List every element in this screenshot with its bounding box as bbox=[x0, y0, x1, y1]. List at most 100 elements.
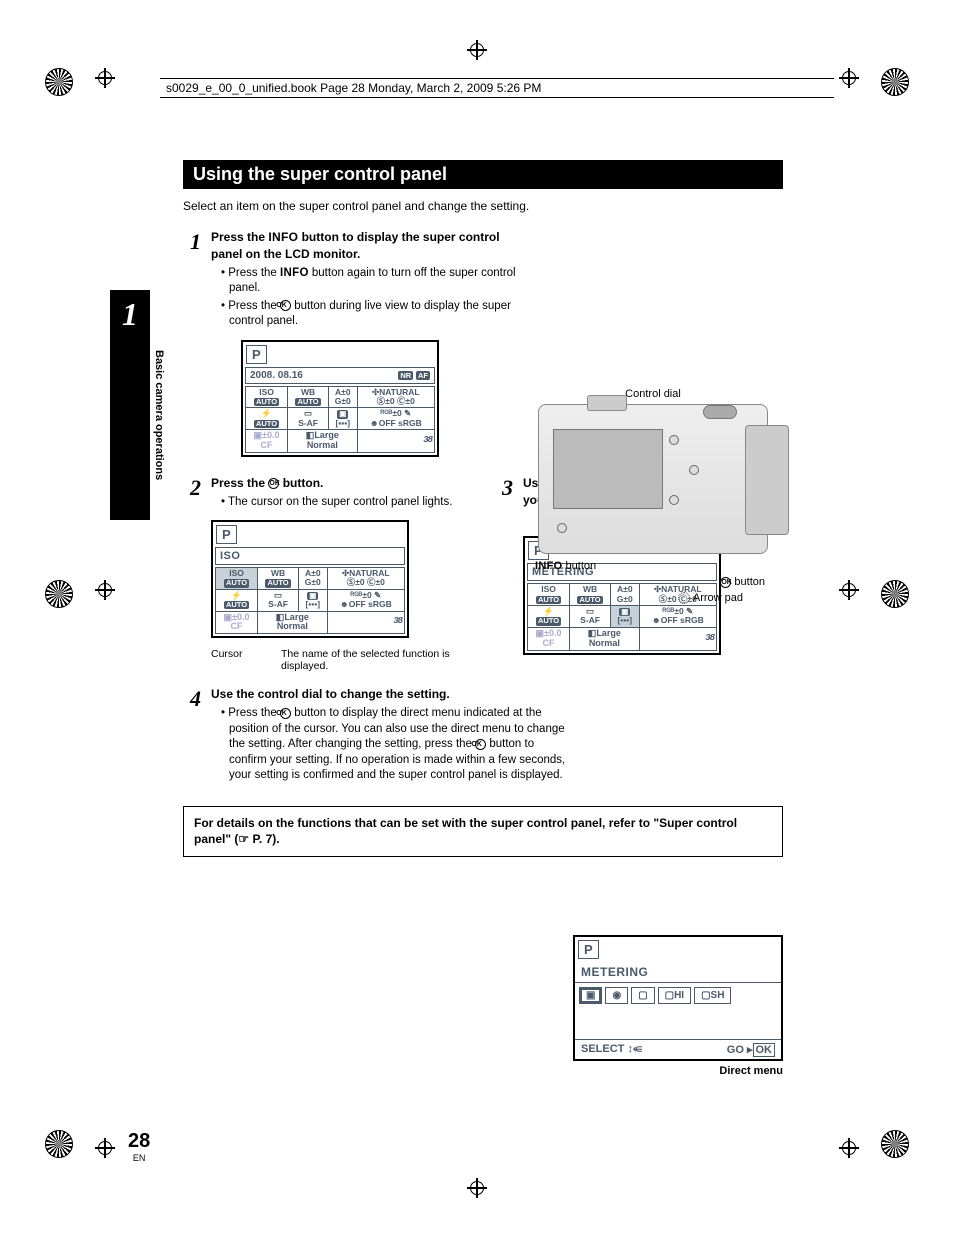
text: Press the bbox=[228, 300, 280, 312]
cell: Normal bbox=[307, 440, 338, 450]
cell: CF bbox=[231, 621, 243, 631]
cell: [▪▪▪] bbox=[617, 615, 632, 625]
frame-counter: 38 bbox=[327, 611, 404, 634]
cell: sRGB bbox=[398, 418, 422, 428]
select-hint: SELECT ↕⥺ bbox=[581, 1043, 642, 1056]
direct-menu-caption: Direct menu bbox=[548, 1065, 783, 1077]
af-badge: AF bbox=[416, 371, 430, 380]
page-lang: EN bbox=[128, 1153, 150, 1163]
lcd-panel-2: P ISO ISOAUTO WBAUTO A±0G±0 ✣NATURALⓈ±0 … bbox=[211, 520, 409, 638]
metering-option: ▣ bbox=[579, 987, 602, 1004]
control-dial-label: Control dial bbox=[523, 388, 783, 400]
cell: AUTO bbox=[265, 579, 290, 587]
metering-option: ▢HI bbox=[658, 987, 691, 1004]
crop-mark-icon bbox=[467, 1178, 487, 1198]
crop-mark-icon bbox=[95, 580, 115, 600]
cell: [▪▪▪] bbox=[335, 418, 350, 428]
page-footer: 28 EN bbox=[128, 1130, 150, 1163]
cell: Normal bbox=[589, 638, 620, 648]
cell: ±0.0 bbox=[262, 430, 279, 440]
registration-mark-icon bbox=[881, 1130, 909, 1158]
intro-text: Select an item on the super control pane… bbox=[183, 199, 783, 213]
cell: sRGB bbox=[368, 599, 392, 609]
cell: AUTO bbox=[295, 398, 320, 406]
arrowpad-label: Arrow pad bbox=[523, 592, 783, 604]
step-number: 4 bbox=[183, 686, 201, 785]
lcd-date: 2008. 08.16 bbox=[250, 370, 303, 381]
step-2-head: Press the OK button. bbox=[211, 475, 471, 492]
text: Press the bbox=[228, 707, 280, 719]
cell: S-AF bbox=[298, 418, 318, 428]
go-hint: GO ▸OK bbox=[727, 1043, 775, 1056]
ok-icon: OK bbox=[475, 739, 486, 750]
cell: AUTO bbox=[536, 617, 561, 625]
step-1-head: Press the INFO button to display the sup… bbox=[211, 229, 531, 263]
step-number: 2 bbox=[183, 475, 201, 672]
cell: ISO bbox=[229, 568, 244, 578]
text: Press the bbox=[211, 230, 268, 244]
step-1-bullet: Press the OK button during live view to … bbox=[221, 299, 531, 330]
cell: OFF bbox=[661, 615, 678, 625]
metering-option: ▢ bbox=[631, 987, 654, 1004]
camera-diagram: Control dial INFO button OK button Arrow… bbox=[523, 388, 783, 604]
registration-mark-icon bbox=[881, 68, 909, 96]
running-head: s0029_e_00_0_unified.book Page 28 Monday… bbox=[160, 78, 834, 98]
direct-menu-panel: P METERING ▣ ◉ ▢ ▢HI ▢SH SELECT ↕⥺ GO ▸O… bbox=[573, 935, 783, 1061]
registration-mark-icon bbox=[881, 580, 909, 608]
cell: CF bbox=[261, 440, 273, 450]
ok-icon: OK bbox=[268, 478, 279, 489]
cell: ±0.0 bbox=[232, 612, 249, 622]
mode-badge: P bbox=[216, 525, 237, 544]
cell: Normal bbox=[277, 621, 308, 631]
cell: AUTO bbox=[254, 398, 279, 406]
registration-mark-icon bbox=[45, 68, 73, 96]
cell: WB bbox=[271, 568, 285, 578]
cell: AUTO bbox=[224, 579, 249, 587]
metering-option: ▢SH bbox=[694, 987, 731, 1004]
step-number: 1 bbox=[183, 229, 201, 467]
step-2-bullet: The cursor on the super control panel li… bbox=[221, 495, 471, 511]
reference-note: For details on the functions that can be… bbox=[183, 806, 783, 858]
cell: OFF bbox=[379, 418, 396, 428]
text: button. bbox=[279, 476, 323, 490]
camera-illustration bbox=[538, 404, 768, 554]
cell: ISO bbox=[259, 387, 274, 397]
function-name-caption: The name of the selected function is dis… bbox=[281, 648, 471, 672]
direct-menu-title: METERING bbox=[575, 962, 781, 983]
cell: AUTO bbox=[224, 601, 249, 609]
cell: Large bbox=[284, 612, 309, 622]
cursor-caption: Cursor bbox=[211, 648, 271, 672]
lcd-grid: ISOAUTO WBAUTO A±0G±0 ✣NATURALⓈ±0 Ⓒ±0 ⚡A… bbox=[215, 567, 405, 634]
cell: Large bbox=[314, 430, 339, 440]
step-4-bullet: Press the OK button to display the direc… bbox=[221, 706, 571, 784]
cell: ±0 bbox=[355, 577, 364, 587]
page-number: 28 bbox=[128, 1130, 150, 1153]
lcd-function-label: ISO bbox=[215, 547, 405, 565]
crop-mark-icon bbox=[95, 68, 115, 88]
crop-mark-icon bbox=[839, 1138, 859, 1158]
text: Press the bbox=[228, 267, 280, 279]
step-4: 4 Use the control dial to change the set… bbox=[183, 686, 783, 785]
mode-badge: P bbox=[246, 345, 267, 364]
cell: ±0 bbox=[385, 396, 394, 406]
text: Press the bbox=[211, 476, 268, 490]
nr-badge: NR bbox=[398, 371, 413, 380]
ok-icon: OK bbox=[280, 708, 291, 719]
cell: AUTO bbox=[254, 420, 279, 428]
cell: ±0 bbox=[375, 577, 384, 587]
step-1-bullet: Press the INFO button again to turn off … bbox=[221, 266, 531, 297]
registration-mark-icon bbox=[45, 1130, 73, 1158]
lcd-panel-1: P 2008. 08.16 NR AF ISOAUTO WBAUTO A±0G±… bbox=[241, 340, 439, 457]
crop-mark-icon bbox=[839, 580, 859, 600]
cell: CF bbox=[543, 638, 555, 648]
crop-mark-icon bbox=[839, 68, 859, 88]
cell: ±0 bbox=[405, 396, 414, 406]
cell: [▪▪▪] bbox=[305, 599, 320, 609]
info-word: INFO bbox=[268, 230, 298, 244]
frame-counter: 38 bbox=[639, 627, 716, 650]
section-heading: Using the super control panel bbox=[183, 160, 783, 189]
registration-mark-icon bbox=[45, 580, 73, 608]
step-4-head: Use the control dial to change the setti… bbox=[211, 686, 571, 703]
metering-option: ◉ bbox=[605, 987, 628, 1004]
crop-mark-icon bbox=[467, 40, 487, 60]
